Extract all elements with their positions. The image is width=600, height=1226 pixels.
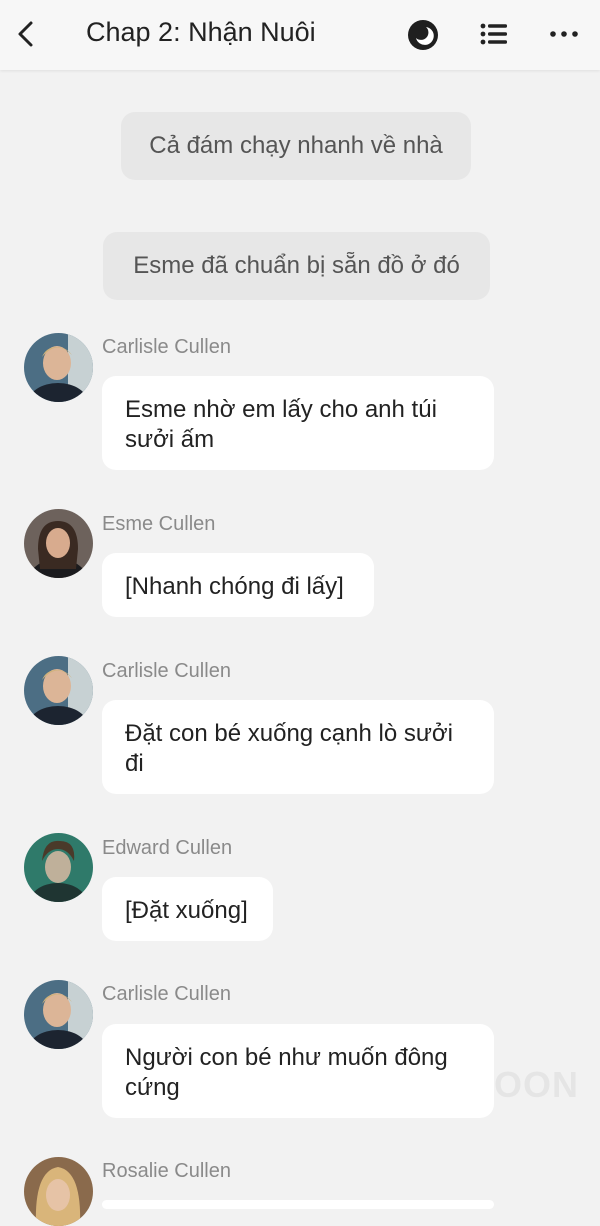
moon-icon xyxy=(408,20,438,50)
esme-cullen-avatar xyxy=(24,509,93,578)
avatar[interactable] xyxy=(24,980,93,1049)
dialogue-bubble: [Nhanh chóng đi lấy] xyxy=(102,553,374,617)
carlisle-cullen-avatar xyxy=(24,656,93,725)
dialogue-bubble: Người con bé như muốn đông cứng xyxy=(102,1024,494,1118)
edward-cullen-avatar xyxy=(24,833,93,902)
chat-feed[interactable]: Cả đám chạy nhanh về nhà Esme đã chuẩn b… xyxy=(0,70,600,1226)
carlisle-cullen-avatar xyxy=(24,980,93,1049)
more-options-button[interactable] xyxy=(546,18,582,50)
speaker-name: Edward Cullen xyxy=(102,837,233,859)
narration-bubble: Esme đã chuẩn bị sẵn đồ ở đó xyxy=(103,232,490,300)
top-bar: Chap 2: Nhận Nuôi xyxy=(0,0,600,70)
speaker-name: Carlisle Cullen xyxy=(102,983,231,1005)
avatar[interactable] xyxy=(24,509,93,578)
chevron-left-icon xyxy=(18,21,33,47)
dialogue-bubble: Esme nhờ em lấy cho anh túi sưởi ấm xyxy=(102,376,494,470)
dialogue-bubble xyxy=(102,1200,494,1209)
narration-bubble: Cả đám chạy nhanh về nhà xyxy=(121,112,471,180)
table-of-contents-button[interactable] xyxy=(478,18,510,50)
dialogue-bubble: [Đặt xuống] xyxy=(102,877,273,941)
speaker-name: Rosalie Cullen xyxy=(102,1160,231,1182)
carlisle-cullen-avatar xyxy=(24,333,93,402)
back-button[interactable] xyxy=(8,14,44,54)
chapter-title: Chap 2: Nhận Nuôi xyxy=(86,17,316,47)
list-icon xyxy=(480,23,507,45)
speaker-name: Carlisle Cullen xyxy=(102,660,231,682)
speaker-name: Carlisle Cullen xyxy=(102,336,231,358)
watermark: OON xyxy=(494,1064,580,1105)
avatar[interactable] xyxy=(24,1157,93,1226)
more-horizontal-icon xyxy=(550,31,578,37)
avatar[interactable] xyxy=(24,333,93,402)
avatar[interactable] xyxy=(24,656,93,725)
rosalie-cullen-avatar xyxy=(24,1157,93,1226)
night-mode-button[interactable] xyxy=(406,18,440,52)
avatar[interactable] xyxy=(24,833,93,902)
dialogue-bubble: Đặt con bé xuống cạnh lò sưởi đi xyxy=(102,700,494,794)
speaker-name: Esme Cullen xyxy=(102,513,216,535)
